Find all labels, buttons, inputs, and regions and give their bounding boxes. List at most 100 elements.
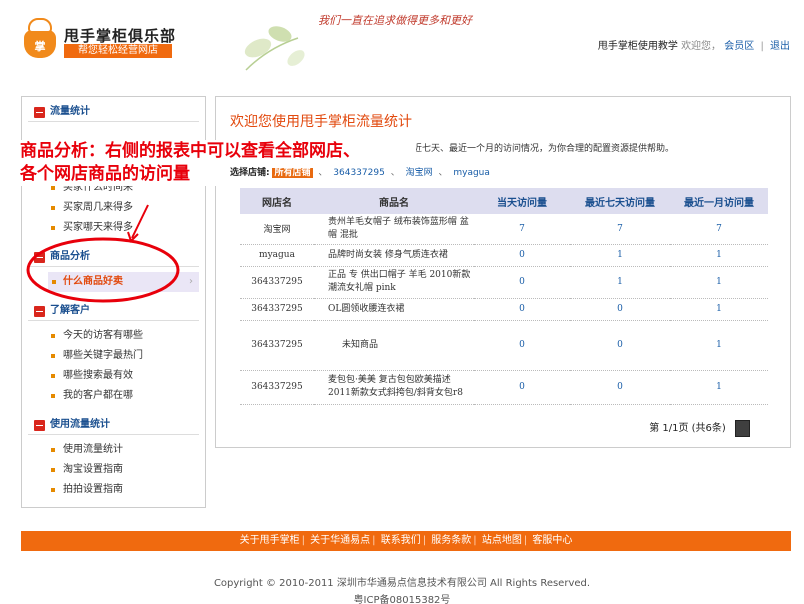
collapse-icon[interactable] [34,107,45,118]
sidebar-item-searches[interactable]: 哪些搜索最有效 [22,366,205,386]
column-header[interactable]: 最近一月访问量 [670,188,768,214]
annotation-line-2: 各个网店商品的访问量 [20,164,190,184]
table-row: 364337295 正品 专 供出口帽子 羊毛 2010新款潮流女礼帽 pink… [240,266,768,299]
cell-today: 0 [474,320,570,371]
section-title: 使用流量统计 [50,419,110,430]
section-title: 了解客户 [50,305,90,316]
cell-week: 1 [570,266,670,299]
cell-week: 7 [570,214,670,245]
table-header-row: 网店名 商品名 当天访问量 最近七天访问量 最近一月访问量 [240,188,768,214]
logo-bag-icon: 掌 [24,30,56,58]
cell-week: 0 [570,320,670,371]
cell-product: 贵州羊毛女帽子 绒布装饰蓝形帽 盆帽 混批 [314,214,474,245]
footer-link[interactable]: 关于甩手掌柜 [240,535,300,546]
sidebar-item-label: 拍拍设置指南 [63,484,123,495]
sidebar-item-keywords[interactable]: 哪些关键字最热门 [22,346,205,366]
annotation-line-1: 商品分析：右侧的报表中可以查看全部网店、 [20,141,360,161]
footer-link[interactable]: 站点地图 [482,535,522,546]
sidebar-item-label: 买家哪天来得多 [63,222,133,233]
sidebar-item-label: 使用流量统计 [63,444,123,455]
column-header[interactable]: 当天访问量 [474,188,570,214]
cell-today: 0 [474,266,570,299]
cell-product: 未知商品 [314,320,474,371]
sidebar-item-label: 淘宝设置指南 [63,464,123,475]
welcome-text: 欢迎您， [681,41,722,52]
sidebar-item-locations[interactable]: 我的客户都在哪 [22,386,205,406]
bullet-icon [51,448,55,452]
collapse-icon[interactable] [34,420,45,431]
logout-link[interactable]: 退出 [770,41,790,52]
icp-number[interactable]: 粤ICP备08015382号 [0,591,804,604]
teach-link[interactable]: 甩手掌柜使用教学 [598,41,678,52]
table-row: myagua 品牌时尚女装 修身气质连衣裙 0 1 1 [240,244,768,267]
cell-store: 364337295 [240,266,314,299]
table-row: 364337295 麦包包·美美 复古包包欧美描述 2011新款女式斜挎包/斜背… [240,370,768,405]
footer-link[interactable]: 联系我们 [381,535,421,546]
cell-product: 正品 专 供出口帽子 羊毛 2010新款潮流女礼帽 pink [314,266,474,299]
bullet-icon [51,468,55,472]
cell-today: 0 [474,370,570,405]
brand-title: 甩手掌柜俱乐部 [64,27,177,45]
footer-link[interactable]: 关于华通易点 [310,535,370,546]
section-product[interactable]: 商品分析 [28,247,199,267]
sidebar-item-day[interactable]: 买家哪天来得多 [22,218,205,238]
product-traffic-table: 网店名 商品名 当天访问量 最近七天访问量 最近一月访问量 淘宝网 贵州羊毛女帽… [240,188,768,405]
sidebar-item-label: 今天的访客有哪些 [63,330,143,341]
cell-month: 7 [670,214,768,245]
section-title: 流量统计 [50,106,90,117]
member-link[interactable]: 会员区 [724,41,754,52]
bullet-icon [51,394,55,398]
cell-month: 1 [670,320,768,371]
section-customers[interactable]: 了解客户 [28,301,199,321]
cell-product: OL圆领收腰连衣裙 [314,298,474,321]
intro-text: 天、最近七天、最近一个月的访问情况，为你合理的配置资源提供帮助。 [386,144,675,154]
sidebar-item-label: 哪些关键字最热门 [63,350,143,361]
cell-week: 1 [570,244,670,267]
bullet-icon [51,374,55,378]
chef-hat-icon [28,18,52,33]
pager: 第 1/1页 (共6条) [649,419,750,437]
cell-today: 0 [474,298,570,321]
slogan: 我们一直在追求做得更多和更好 [318,14,472,27]
cell-store: 364337295 [240,298,314,321]
section-traffic[interactable]: 流量统计 [28,102,199,122]
next-page-button[interactable] [735,419,750,437]
collapse-icon[interactable] [34,252,45,263]
sidebar-item-weekday[interactable]: 买家周几来得多 [22,198,205,218]
store-option[interactable]: myagua [453,168,490,178]
cell-month: 1 [670,370,768,405]
annotation-callout: 商品分析：右侧的报表中可以查看全部网店、 各个网店商品的访问量 [20,140,420,188]
bullet-icon [51,488,55,492]
bullet-icon [51,226,55,230]
footer-link[interactable]: 客服中心 [532,535,572,546]
column-header[interactable]: 最近七天访问量 [570,188,670,214]
bullet-icon [51,206,55,210]
separator: | [760,41,764,52]
collapse-icon[interactable] [34,306,45,317]
sidebar-item-visitors[interactable]: 今天的访客有哪些 [22,326,205,346]
table-row: 364337295 未知商品 0 0 1 [240,320,768,371]
section-usage[interactable]: 使用流量统计 [28,415,199,435]
sidebar-item-label: 哪些搜索最有效 [63,370,133,381]
column-header: 商品名 [314,188,474,214]
footer-link[interactable]: 服务条款 [431,535,471,546]
cell-store: 364337295 [240,370,314,405]
section-title: 商品分析 [50,251,90,262]
cell-today: 7 [474,214,570,245]
table-row: 淘宝网 贵州羊毛女帽子 绒布装饰蓝形帽 盆帽 混批 7 7 7 [240,214,768,245]
sidebar-item-best-seller[interactable]: 什么商品好卖 › [48,272,199,292]
cell-today: 0 [474,244,570,267]
sidebar-item-paipai-guide[interactable]: 拍拍设置指南 [22,480,205,500]
top-links: 甩手掌柜使用教学 欢迎您， 会员区 | 退出 [598,37,790,52]
sidebar-item-taobao-guide[interactable]: 淘宝设置指南 [22,460,205,480]
cell-month: 1 [670,266,768,299]
cell-month: 1 [670,244,768,267]
logo: 掌 [22,18,58,58]
cell-product: 麦包包·美美 复古包包欧美描述 2011新款女式斜挎包/斜背女包r8 [314,370,474,405]
sidebar-item-label: 什么商品好卖 [63,276,123,287]
cell-week: 0 [570,298,670,321]
bullet-icon [51,334,55,338]
cell-month: 1 [670,298,768,321]
sidebar-item-usage[interactable]: 使用流量统计 [22,440,205,460]
copyright: Copyright © 2010-2011 深圳市华通易点信息技术有限公司 Al… [213,578,591,589]
